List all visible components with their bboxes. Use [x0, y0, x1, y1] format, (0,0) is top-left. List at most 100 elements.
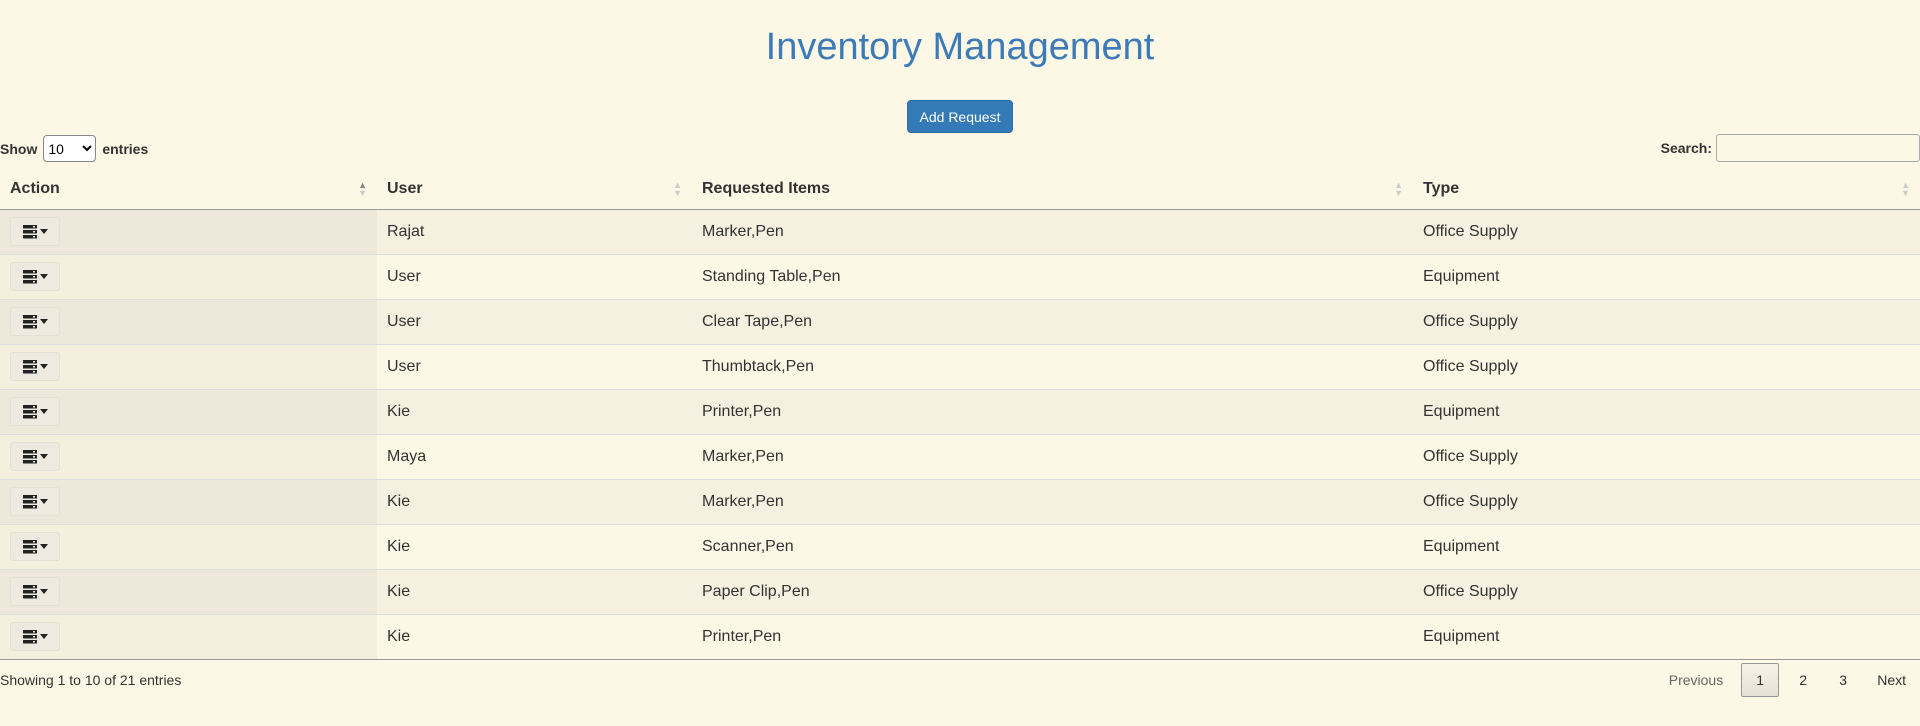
row-action-button[interactable] [10, 397, 60, 426]
action-cell [0, 613, 377, 660]
caret-down-icon [39, 589, 48, 594]
table-row: User Thumbtack,Pen Office Supply [0, 343, 1920, 389]
entries-label: entries [102, 140, 149, 157]
add-request-button[interactable]: Add Request [907, 100, 1013, 133]
caret-down-icon [39, 634, 48, 639]
server-icon [22, 359, 37, 374]
entries-length-control: Show 10 entries [0, 135, 148, 162]
type-cell: Office Supply [1423, 222, 1518, 240]
user-cell: User [377, 298, 692, 344]
requested-items-cell: Printer,Pen [692, 613, 1413, 660]
action-cell [0, 433, 377, 479]
server-icon [22, 629, 37, 644]
table-row: Kie Marker,Pen Office Supply [0, 478, 1920, 524]
page-button-2[interactable]: 2 [1783, 663, 1823, 697]
requested-items-cell: Printer,Pen [692, 388, 1413, 434]
table-row: Kie Printer,Pen Equipment [0, 613, 1920, 660]
caret-down-icon [39, 409, 48, 414]
server-icon [22, 224, 37, 239]
action-cell [0, 298, 377, 344]
requested-items-cell: Scanner,Pen [692, 523, 1413, 569]
action-cell [0, 523, 377, 569]
row-action-button[interactable] [10, 352, 60, 381]
show-label: Show [0, 140, 38, 157]
row-action-button[interactable] [10, 577, 60, 606]
user-cell: Kie [377, 478, 692, 524]
user-cell: User [377, 253, 692, 299]
page-button-1[interactable]: 1 [1741, 663, 1780, 697]
type-cell: Equipment [1413, 388, 1920, 434]
next-page-button[interactable]: Next [1863, 663, 1920, 697]
user-cell: Kie [377, 523, 692, 569]
requested-items-cell: Clear Tape,Pen [692, 298, 1413, 344]
row-action-button[interactable] [10, 307, 60, 336]
action-cell [0, 388, 377, 434]
type-cell: Equipment [1413, 523, 1920, 569]
table-row: Kie Printer,Pen Equipment [0, 388, 1920, 434]
entries-select[interactable]: 10 [43, 135, 97, 162]
sort-asc-icon: ▲ ▼ [358, 180, 367, 198]
search-input[interactable] [1716, 134, 1920, 162]
search-control: Search: [1661, 134, 1920, 162]
user-cell: Maya [377, 433, 692, 479]
caret-down-icon [39, 274, 48, 279]
server-icon [22, 449, 37, 464]
server-icon [22, 314, 37, 329]
pagination: Previous 1 2 3 Next [1655, 663, 1920, 697]
action-cell [0, 478, 377, 524]
caret-down-icon [39, 319, 48, 324]
table-row: User Clear Tape,Pen Office Supply [0, 298, 1920, 344]
type-cell: Equipment [1413, 613, 1920, 660]
caret-down-icon [39, 499, 48, 504]
table-row: Rajat Marker,Pen Office Supply [0, 209, 1920, 254]
previous-page-button[interactable]: Previous [1655, 663, 1737, 697]
caret-down-icon [39, 454, 48, 459]
caret-down-icon [39, 229, 48, 234]
server-icon [22, 404, 37, 419]
action-cell [0, 568, 377, 614]
table-row: Kie Paper Clip,Pen Office Supply [0, 568, 1920, 614]
user-cell: Kie [377, 388, 692, 434]
table-header-row: Action ▲ ▼ User ▲ ▼ Requested Items ▲ ▼ Typ… [0, 169, 1920, 210]
server-icon [22, 539, 37, 554]
column-header-type[interactable]: Type ▲ ▼ [1413, 169, 1920, 210]
requests-table: Action ▲ ▼ User ▲ ▼ Requested Items ▲ ▼ Typ… [0, 169, 1920, 660]
sort-both-icon: ▲ ▼ [1394, 180, 1403, 198]
type-cell: Office Supply [1413, 478, 1920, 524]
requested-items-cell: Thumbtack,Pen [692, 343, 1413, 389]
row-action-button[interactable] [10, 442, 60, 471]
server-icon [22, 494, 37, 509]
table-info: Showing 1 to 10 of 21 entries [0, 672, 182, 688]
row-action-button[interactable] [10, 622, 60, 651]
sort-both-icon: ▲ ▼ [673, 180, 682, 198]
caret-down-icon [39, 544, 48, 549]
row-action-button[interactable] [10, 487, 60, 516]
type-cell: Equipment [1413, 253, 1920, 299]
requested-items-cell: Standing Table,Pen [692, 253, 1413, 299]
table-row: User Standing Table,Pen Equipment [0, 253, 1920, 299]
page-button-3[interactable]: 3 [1823, 663, 1863, 697]
requested-items-cell: Paper Clip,Pen [692, 568, 1413, 614]
type-cell: Office Supply [1413, 343, 1920, 389]
row-action-button[interactable] [10, 217, 60, 246]
column-header-user[interactable]: User ▲ ▼ [377, 169, 692, 210]
server-icon [22, 584, 37, 599]
user-cell: Kie [377, 568, 692, 614]
table-row: Maya Marker,Pen Office Supply [0, 433, 1920, 479]
action-cell [0, 343, 377, 389]
column-header-action[interactable]: Action ▲ ▼ [0, 169, 377, 210]
table-row: Kie Scanner,Pen Equipment [0, 523, 1920, 569]
requested-items-cell: Marker,Pen [702, 222, 784, 240]
user-cell: Rajat [387, 222, 425, 240]
type-cell: Office Supply [1413, 298, 1920, 344]
column-header-requested-items[interactable]: Requested Items ▲ ▼ [692, 169, 1413, 210]
row-action-button[interactable] [10, 532, 60, 561]
page-title: Inventory Management [765, 26, 1155, 68]
server-icon [22, 269, 37, 284]
type-cell: Office Supply [1413, 433, 1920, 479]
search-label: Search: [1660, 140, 1712, 156]
requested-items-cell: Marker,Pen [692, 433, 1413, 479]
row-action-button[interactable] [10, 262, 60, 291]
user-cell: Kie [377, 613, 692, 660]
sort-both-icon: ▲ ▼ [1901, 180, 1910, 198]
